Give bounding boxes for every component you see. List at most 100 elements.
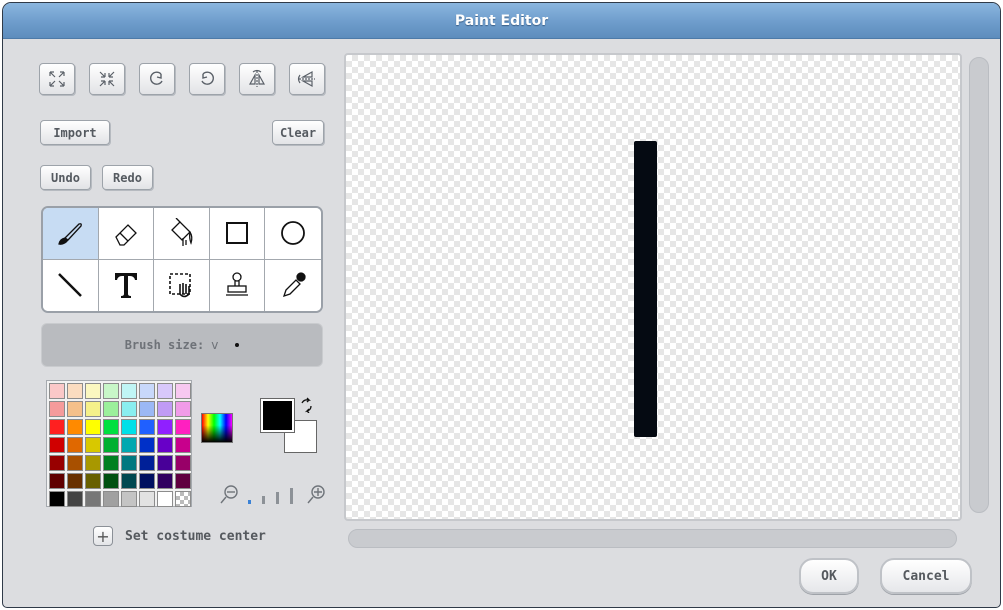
text-tool[interactable] [98,259,155,311]
swap-colors-icon[interactable] [299,397,315,413]
palette-swatch[interactable] [67,401,83,417]
palette-swatch[interactable] [121,455,137,471]
zoom-in-icon[interactable] [307,485,325,504]
palette-swatch[interactable] [103,473,119,489]
palette-swatch[interactable] [157,383,173,399]
palette-swatch[interactable] [67,455,83,471]
ok-button[interactable]: OK [799,558,859,594]
paint-editor-window: Paint Editor Import Clear Undo Redo Brus… [2,2,1001,608]
zoom-level-4[interactable] [290,488,293,504]
palette-swatch[interactable] [67,419,83,435]
flip-vertical-button[interactable] [289,63,325,95]
palette-swatch[interactable] [67,491,83,507]
title-bar: Paint Editor [3,3,1000,39]
zoom-out-icon[interactable] [220,485,238,504]
palette-swatch[interactable] [139,383,155,399]
eyedropper-icon [283,272,306,298]
palette-swatch[interactable] [175,401,191,417]
drawing-canvas[interactable] [344,53,962,521]
palette-swatch[interactable] [139,473,155,489]
palette-swatch[interactable] [121,437,137,453]
horizontal-scrollbar[interactable] [348,529,957,548]
palette-swatch[interactable] [175,491,191,507]
palette-swatch[interactable] [49,383,65,399]
vertical-scrollbar[interactable] [969,57,989,513]
shrink-button[interactable] [89,63,125,95]
rotate-left-button[interactable] [139,63,175,95]
palette-swatch[interactable] [175,437,191,453]
grow-button[interactable] [39,63,75,95]
palette-swatch[interactable] [175,383,191,399]
palette-swatch[interactable] [157,491,173,507]
palette-swatch[interactable] [175,419,191,435]
select-tool[interactable] [154,259,210,311]
palette-swatch[interactable] [121,401,137,417]
palette-swatch[interactable] [67,437,83,453]
palette-swatch[interactable] [49,437,65,453]
flip-vertical-icon [297,70,315,88]
palette-swatch[interactable] [157,437,173,453]
palette-swatch[interactable] [103,455,119,471]
eyedropper-tool[interactable] [265,259,321,311]
palette-swatch[interactable] [139,437,155,453]
palette-swatch[interactable] [85,473,101,489]
palette-swatch[interactable] [157,401,173,417]
palette-swatch[interactable] [157,473,173,489]
zoom-level-2[interactable] [262,496,265,504]
rectangle-tool[interactable] [209,208,266,260]
palette-swatch[interactable] [67,473,83,489]
color-gradient-icon[interactable] [201,413,233,443]
plus-icon[interactable]: + [93,526,113,546]
palette-swatch[interactable] [175,455,191,471]
ellipse-tool[interactable] [265,208,321,260]
palette-swatch[interactable] [103,491,119,507]
palette-swatch[interactable] [157,455,173,471]
brush-size-label: Brush size: [124,338,205,352]
palette-swatch[interactable] [85,383,101,399]
brush-size-dropdown[interactable]: v [211,338,218,352]
flip-horizontal-button[interactable] [239,63,275,95]
redo-button[interactable]: Redo [102,165,153,190]
rotate-left-icon [150,71,163,85]
line-tool[interactable] [43,259,99,311]
palette-swatch[interactable] [85,401,101,417]
palette-swatch[interactable] [121,419,137,435]
brush-preview [235,343,240,347]
palette-swatch[interactable] [121,383,137,399]
paintbrush-tool[interactable] [43,208,99,260]
palette-swatch[interactable] [103,401,119,417]
palette-swatch[interactable] [139,491,155,507]
palette-swatch[interactable] [49,455,65,471]
palette-swatch[interactable] [139,455,155,471]
palette-swatch[interactable] [139,419,155,435]
palette-swatch[interactable] [85,491,101,507]
import-button[interactable]: Import [40,120,110,145]
palette-swatch[interactable] [121,473,137,489]
undo-button[interactable]: Undo [40,165,91,190]
clear-button[interactable]: Clear [272,120,324,145]
palette-swatch[interactable] [49,401,65,417]
palette-swatch[interactable] [175,473,191,489]
set-costume-center-label[interactable]: Set costume center [125,529,266,544]
zoom-level-3[interactable] [276,492,279,504]
cancel-button[interactable]: Cancel [880,558,972,594]
palette-swatch[interactable] [157,419,173,435]
palette-swatch[interactable] [103,419,119,435]
rotate-right-button[interactable] [189,63,225,95]
zoom-level-1[interactable] [248,500,251,504]
palette-swatch[interactable] [49,473,65,489]
stamp-tool[interactable] [209,259,266,311]
palette-swatch[interactable] [85,419,101,435]
fill-tool[interactable] [154,208,210,260]
palette-swatch[interactable] [139,401,155,417]
palette-swatch[interactable] [85,437,101,453]
palette-swatch[interactable] [103,383,119,399]
palette-swatch[interactable] [121,491,137,507]
palette-swatch[interactable] [67,383,83,399]
palette-swatch[interactable] [49,491,65,507]
eraser-tool[interactable] [98,208,155,260]
palette-swatch[interactable] [103,437,119,453]
foreground-color-swatch[interactable] [260,398,295,433]
palette-swatch[interactable] [85,455,101,471]
palette-swatch[interactable] [49,419,65,435]
